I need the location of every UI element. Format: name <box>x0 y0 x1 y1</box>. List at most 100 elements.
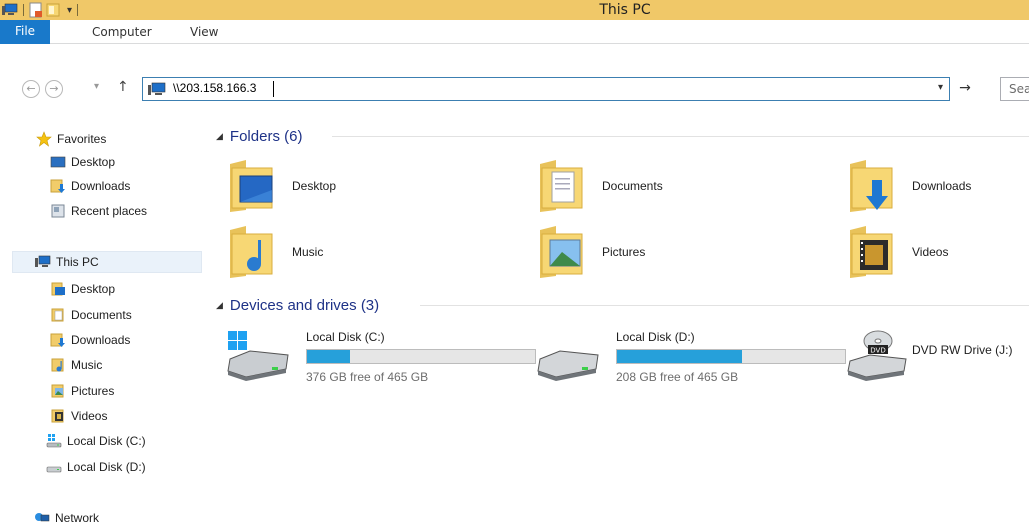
recent-places-icon <box>51 204 65 218</box>
folders-group-title: Folders (6) <box>229 127 303 145</box>
search-placeholder: Sea <box>1009 82 1029 96</box>
drive-tile-c[interactable]: Local Disk (C:) 376 GB free of 465 GB <box>226 327 536 391</box>
drive-usage-fill <box>617 350 743 363</box>
drive-free-space: 208 GB free of 465 GB <box>616 370 739 384</box>
this-pc-icon <box>148 82 166 95</box>
address-path[interactable]: \\203.158.166.3 <box>173 81 256 95</box>
back-arrow-icon: ← <box>26 82 36 95</box>
address-dropdown-icon[interactable]: ▾ <box>938 82 943 93</box>
sidebar-item-desktop[interactable]: Desktop <box>0 278 205 300</box>
downloads-icon <box>50 179 65 193</box>
folder-tile-downloads[interactable]: Downloads <box>846 158 971 214</box>
sidebar-item-network[interactable]: Network <box>0 507 205 527</box>
desktop-icon <box>50 156 66 168</box>
sidebar-item-videos[interactable]: Videos <box>0 405 205 427</box>
forward-arrow-icon: → <box>49 82 59 95</box>
sidebar-item-label: Local Disk (D:) <box>67 460 146 474</box>
forward-button[interactable]: → <box>45 80 63 98</box>
back-button[interactable]: ← <box>22 80 40 98</box>
drive-tile-dvd-j[interactable]: DVD DVD RW Drive (J:) <box>846 327 1029 391</box>
music-folder-icon <box>51 358 64 372</box>
tab-file[interactable]: File <box>0 20 50 44</box>
go-arrow-icon: → <box>959 80 971 96</box>
folder-label: Downloads <box>912 179 972 193</box>
sidebar-item-music[interactable]: Music <box>0 354 205 376</box>
sidebar-item-documents[interactable]: Documents <box>0 304 205 326</box>
videos-folder-icon <box>850 226 893 278</box>
folder-label: Documents <box>602 179 663 193</box>
group-divider <box>420 305 1029 306</box>
sidebar-item-label: Network <box>55 511 100 525</box>
devices-group-header[interactable]: ◢ Devices and drives (3) <box>216 294 1029 316</box>
folders-group-header[interactable]: ◢ Folders (6) <box>216 125 1029 147</box>
drive-usage-bar <box>616 349 846 364</box>
navigation-pane: Favorites Desktop Downloads Recent place… <box>0 120 205 527</box>
music-folder-icon <box>230 226 273 278</box>
sidebar-item-label: Videos <box>71 409 108 423</box>
navigation-bar: ← → ▾ ↑ \\203.158.166.3 ▾ → Sea <box>0 74 1029 104</box>
sidebar-item-favorites-desktop[interactable]: Desktop <box>0 151 205 173</box>
folder-tile-music[interactable]: Music <box>226 224 323 280</box>
drive-name: Local Disk (D:) <box>616 330 695 344</box>
sidebar-item-label: Favorites <box>57 132 107 146</box>
documents-folder-icon <box>51 308 64 322</box>
sidebar-item-favorites[interactable]: Favorites <box>0 128 205 150</box>
sidebar-item-local-disk-d[interactable]: Local Disk (D:) <box>0 456 205 478</box>
sidebar-item-label: Downloads <box>71 179 131 193</box>
system-drive-icon <box>227 331 289 381</box>
folder-label: Desktop <box>292 179 337 193</box>
group-divider <box>332 136 1029 137</box>
window-title: This PC <box>599 2 651 18</box>
collapse-triangle-icon[interactable]: ◢ <box>216 131 223 142</box>
sidebar-item-label: Recent places <box>71 204 148 218</box>
sidebar-item-recent-places[interactable]: Recent places <box>0 200 205 222</box>
sidebar-item-downloads[interactable]: Downloads <box>0 329 205 351</box>
sidebar-item-pictures[interactable]: Pictures <box>0 380 205 402</box>
content-pane: ◢ Folders (6) Desktop Documents Download… <box>210 120 1029 527</box>
recent-locations-chevron-icon[interactable]: ▾ <box>94 81 99 92</box>
svg-text:DVD: DVD <box>870 347 885 355</box>
drive-usage-bar <box>306 349 536 364</box>
pictures-folder-icon <box>540 226 583 278</box>
sidebar-item-this-pc[interactable]: This PC <box>12 251 202 273</box>
sidebar-item-local-disk-c[interactable]: Local Disk (C:) <box>0 430 205 452</box>
search-input[interactable]: Sea <box>1000 77 1029 101</box>
drive-free-space: 376 GB free of 465 GB <box>306 370 429 384</box>
network-icon <box>35 513 50 522</box>
title-bar: ▾ This PC <box>0 0 1029 20</box>
folder-tile-desktop[interactable]: Desktop <box>226 158 336 214</box>
tab-computer[interactable]: Computer <box>92 20 152 44</box>
sidebar-item-favorites-downloads[interactable]: Downloads <box>0 175 205 197</box>
pictures-folder-icon <box>51 384 64 398</box>
desktop-folder-icon <box>51 282 65 296</box>
sidebar-item-label: Local Disk (C:) <box>67 434 146 448</box>
hard-drive-icon <box>46 466 62 473</box>
sidebar-item-label: Desktop <box>71 155 116 169</box>
folder-tile-documents[interactable]: Documents <box>536 158 663 214</box>
up-button[interactable]: ↑ <box>117 79 129 95</box>
dvd-drive-icon: DVD <box>847 330 907 381</box>
star-icon <box>36 131 52 147</box>
tab-view[interactable]: View <box>190 20 218 44</box>
this-pc-icon <box>35 255 51 267</box>
folder-label: Pictures <box>602 245 646 259</box>
folder-tile-videos[interactable]: Videos <box>846 224 948 280</box>
collapse-triangle-icon[interactable]: ◢ <box>216 300 223 311</box>
drive-tile-d[interactable]: Local Disk (D:) 208 GB free of 465 GB <box>536 327 846 391</box>
ribbon-tabs: File Computer View <box>0 20 1029 44</box>
desktop-folder-icon <box>230 160 273 212</box>
sidebar-item-label: Desktop <box>71 282 116 296</box>
videos-folder-icon <box>51 409 64 423</box>
go-button[interactable]: → <box>953 77 977 101</box>
sidebar-item-label: Music <box>71 358 103 372</box>
folder-label: Videos <box>912 245 949 259</box>
sidebar-item-label: This PC <box>56 255 99 269</box>
downloads-folder-icon <box>50 333 65 347</box>
address-bar[interactable]: \\203.158.166.3 ▾ <box>142 77 950 101</box>
folder-label: Music <box>292 245 324 259</box>
drive-usage-fill <box>307 350 351 363</box>
sidebar-item-label: Documents <box>71 308 132 322</box>
text-caret <box>273 81 274 97</box>
hard-drive-icon <box>537 350 599 381</box>
folder-tile-pictures[interactable]: Pictures <box>536 224 645 280</box>
